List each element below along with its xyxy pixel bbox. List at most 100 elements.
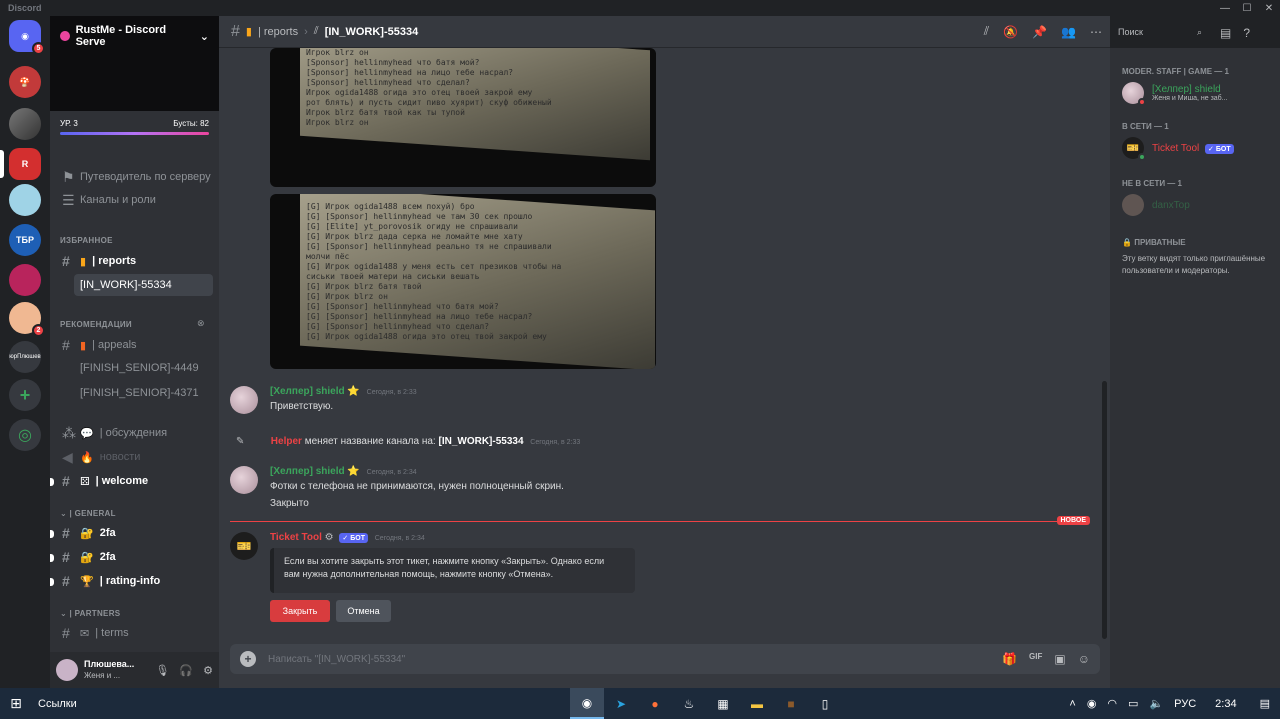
category-partners[interactable]: ⌄ | PARTNERS <box>60 609 120 618</box>
sticker-icon[interactable]: ▣ <box>1054 652 1065 666</box>
search-input[interactable]: Поиск ⌕ <box>1112 24 1208 42</box>
minimize-button[interactable]: — <box>1214 3 1236 14</box>
server-guide-link[interactable]: ⚑ Путеводитель по серверу <box>56 166 213 188</box>
channel-welcome[interactable]: # ⚄ | welcome <box>56 470 213 492</box>
attachment-image[interactable]: [G] Игрок ogida1488 всем похуй) бро [G] [… <box>270 194 656 369</box>
firefox-taskbar-icon[interactable]: ● <box>638 688 672 719</box>
member-item[interactable]: 🎫 Ticket Tool ✓ БОТ <box>1122 137 1268 161</box>
channel-news[interactable]: ◀ 🔥 новости <box>56 446 213 468</box>
server-icon[interactable] <box>9 184 41 216</box>
member-item[interactable]: [Хелпер] shield Женя и Миша, не заб... <box>1122 82 1268 106</box>
channel-2fa[interactable]: # 🔐 2fa <box>56 522 213 544</box>
category-recommendations[interactable]: РЕКОМЕНДАЦИИ <box>60 320 132 329</box>
notes-taskbar-icon[interactable]: ▯ <box>808 688 842 719</box>
app-taskbar-icon[interactable]: ▦ <box>706 688 740 719</box>
channels-roles-link[interactable]: ☰ Каналы и роли <box>56 189 213 211</box>
server-icon-rustme[interactable]: R <box>9 148 41 180</box>
microphone-icon[interactable]: 🎙 <box>155 664 169 677</box>
close-icon[interactable]: ⊗ <box>197 318 205 329</box>
notifications-icon[interactable]: ▤ <box>1260 697 1270 710</box>
category-favorites[interactable]: ИЗБРАННОЕ <box>60 236 113 245</box>
minecraft-taskbar-icon[interactable]: ■ <box>774 688 808 719</box>
emoji-icon[interactable]: ☺ <box>1078 652 1090 666</box>
headphones-icon[interactable]: 🎧 <box>179 664 193 677</box>
server-icon[interactable] <box>9 264 41 296</box>
user-info[interactable]: Плюшева... Женя и ... <box>84 659 145 681</box>
avatar[interactable] <box>230 386 258 414</box>
server-icon[interactable]: ТБР <box>9 224 41 256</box>
category-general[interactable]: ⌄ | GENERAL <box>60 509 116 518</box>
chevron-up-icon[interactable]: ˄ <box>1069 698 1075 710</box>
language-indicator[interactable]: РУС <box>1174 698 1196 710</box>
server-folder[interactable]: юрПлюшев <box>9 341 41 373</box>
photo-chat-line: [G] [Elite] yt_porovosik огиду не спраши… <box>306 222 518 231</box>
threads-icon[interactable]: ⫽ <box>984 24 989 39</box>
server-header[interactable]: RustMe - Discord Serve ⌄ <box>60 24 209 48</box>
author-name[interactable]: [Хелпер] shield <box>270 466 345 477</box>
photo-chat-line: [Sponsor] hellinmyhead что сделал? <box>306 78 470 87</box>
explore-servers-button[interactable]: ◎ <box>9 419 41 451</box>
members-icon[interactable]: 👥 <box>1061 25 1076 39</box>
author-name[interactable]: [Хелпер] shield <box>270 386 345 397</box>
pin-icon[interactable]: 📌 <box>1032 25 1047 39</box>
wifi-icon[interactable]: ◠ <box>1107 697 1117 710</box>
server-icon[interactable]: 2 <box>9 302 45 337</box>
channel-appeals[interactable]: # ▮ | appeals <box>56 334 213 356</box>
author-name[interactable]: Ticket Tool <box>270 532 322 543</box>
gear-icon[interactable]: ⚙ <box>203 664 213 677</box>
breadcrumb-channel[interactable]: | reports <box>258 26 298 38</box>
home-button[interactable]: ◉ 5 <box>9 20 45 55</box>
explorer-taskbar-icon[interactable]: ▬ <box>740 688 774 719</box>
photo-text: [G] Игрок ogida1488 всем похуй) бро [G] [… <box>306 202 561 342</box>
channel-rating-info[interactable]: # 🏆 | rating-info <box>56 570 213 592</box>
cancel-button[interactable]: Отмена <box>336 600 391 622</box>
clock[interactable]: 2:34 <box>1215 698 1236 710</box>
author-name[interactable]: Helper <box>271 436 302 447</box>
avatar[interactable] <box>56 659 78 681</box>
more-icon[interactable]: ⋯ <box>1090 25 1102 39</box>
close-window-button[interactable]: ✕ <box>1258 3 1280 14</box>
server-icon[interactable] <box>9 108 41 140</box>
server-name: RustMe - Discord Serve <box>75 24 167 48</box>
avatar[interactable] <box>230 466 258 494</box>
member-item[interactable]: danxTop <box>1122 194 1268 216</box>
thread-in-work[interactable]: [IN_WORK]-55334 <box>74 274 213 296</box>
discord-tray-icon[interactable]: ◉ <box>1087 697 1097 710</box>
server-badge-icon <box>60 31 70 41</box>
scrollbar[interactable] <box>1102 381 1107 639</box>
channel-reports[interactable]: # ▮ | reports <box>56 250 213 272</box>
gif-icon[interactable]: GIF <box>1029 652 1042 666</box>
channel-label: | appeals <box>92 339 137 351</box>
taskbar-links[interactable]: Ссылки <box>38 698 77 710</box>
help-icon[interactable]: ? <box>1243 26 1250 40</box>
ticket-icon[interactable]: 🎫 <box>230 532 258 560</box>
system-message: ✎ Helper меняет название канала на: [IN_… <box>230 436 580 447</box>
channel-2fa[interactable]: # 🔐 2fa <box>56 546 213 568</box>
steam-taskbar-icon[interactable]: ♨ <box>672 688 706 719</box>
discord-taskbar-icon[interactable]: ◉ <box>570 688 604 719</box>
inbox-icon[interactable]: ▤ <box>1220 26 1231 40</box>
gift-icon[interactable]: 🎁 <box>1002 652 1017 666</box>
server-icon[interactable]: 🍄 <box>9 66 41 98</box>
server-banner[interactable]: RustMe - Discord Serve ⌄ <box>50 16 219 111</box>
close-ticket-button[interactable]: Закрыть <box>270 600 330 622</box>
boost-progress[interactable]: УР. 3 Бусты: 82 <box>50 111 219 132</box>
photo-chat-line: [G] Игрок blrz дада серка не ломайте мне… <box>306 232 523 241</box>
add-server-button[interactable]: + <box>9 379 41 411</box>
channel-terms[interactable]: # ✉ | terms <box>56 622 213 644</box>
thread-finish-4449[interactable]: [FINISH_SENIOR]-4449 <box>74 357 213 379</box>
bell-mute-icon[interactable]: 🔕 <box>1003 25 1018 39</box>
battery-icon[interactable]: ▭ <box>1128 697 1138 710</box>
message-input[interactable]: Написать "[IN_WORK]-55334" <box>268 654 405 665</box>
volume-icon[interactable]: 🔈 <box>1149 697 1163 710</box>
windows-start-icon[interactable]: ⊞ <box>0 688 32 719</box>
message-header: [Хелпер] shield ⭐ Сегодня, в 2:33 <box>270 386 417 397</box>
channel-discussions[interactable]: ⁂ 💬 | обсуждения <box>56 422 213 444</box>
add-attachment-button[interactable]: + <box>240 651 256 667</box>
maximize-button[interactable]: ☐ <box>1236 3 1258 14</box>
attachment-image[interactable]: Игрок blrz он [Sponsor] hellinmyhead что … <box>270 48 656 187</box>
thread-finish-4371[interactable]: [FINISH_SENIOR]-4371 <box>74 382 213 404</box>
hash-icon: # <box>62 473 70 489</box>
channel-label: новости <box>99 451 141 463</box>
telegram-taskbar-icon[interactable]: ➤ <box>604 688 638 719</box>
